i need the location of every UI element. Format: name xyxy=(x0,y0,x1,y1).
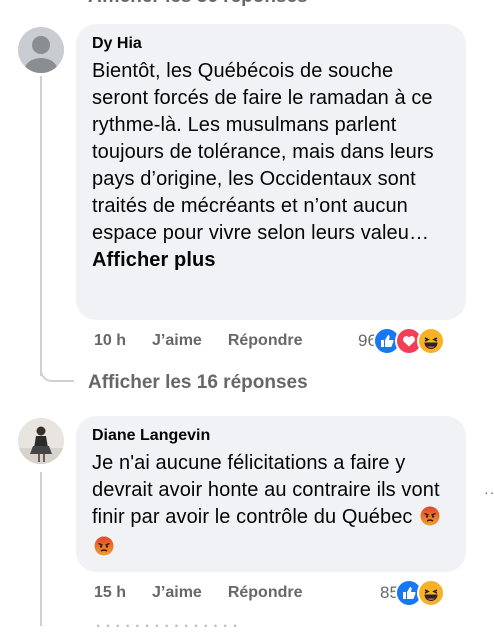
comment-bubble: Dy Hia Bientôt, les Québécois de souche … xyxy=(76,24,466,320)
comment-time[interactable]: 15 h xyxy=(94,584,126,602)
comment-body: Je n'ai aucune félicitations a faire y d… xyxy=(92,452,440,528)
profile-photo-icon xyxy=(18,418,64,464)
avatar-dy-hia[interactable] xyxy=(18,27,64,73)
reply-button[interactable]: Répondre xyxy=(228,584,303,602)
comment-text: Bientôt, les Québécois de souche seront … xyxy=(92,58,450,274)
comment-body: Bientôt, les Québécois de souche seront … xyxy=(92,60,434,244)
haha-icon xyxy=(416,327,445,355)
reply-button[interactable]: Répondre xyxy=(228,332,303,350)
next-content-cut: · · · · · · · · · · · · · · · xyxy=(96,618,239,635)
thread-line-vertical xyxy=(40,76,42,376)
reaction-summary[interactable]: 85 xyxy=(380,579,445,607)
comment-text: Je n'ai aucune félicitations a faire y d… xyxy=(92,450,450,564)
view-replies-link[interactable]: Afficher les 16 réponses xyxy=(88,372,308,394)
comment-author[interactable]: Dy Hia xyxy=(92,34,450,54)
thread-line-curve xyxy=(40,366,74,382)
view-replies-link-top[interactable]: Afficher les 36 réponses xyxy=(88,0,308,8)
comment-bubble: Diane Langevin Je n'ai aucune félicitati… xyxy=(76,416,466,572)
thread-line-vertical-2 xyxy=(40,472,42,626)
angry-face-icon xyxy=(94,536,114,564)
avatar-diane-langevin[interactable] xyxy=(18,418,64,464)
reaction-summary[interactable]: 96 xyxy=(358,327,445,355)
see-more-link[interactable]: Afficher plus xyxy=(92,249,216,271)
angry-face-icon xyxy=(420,506,440,534)
more-options-icon[interactable]: ··· xyxy=(484,484,494,500)
comment-time[interactable]: 10 h xyxy=(94,332,126,350)
haha-icon xyxy=(416,579,445,607)
comment-actions: 10 h J’aime Répondre xyxy=(94,332,303,350)
comment-author[interactable]: Diane Langevin xyxy=(92,426,450,446)
default-avatar-icon xyxy=(18,27,64,73)
like-button[interactable]: J’aime xyxy=(152,332,202,350)
comment-actions: 15 h J’aime Répondre xyxy=(94,584,303,602)
like-button[interactable]: J’aime xyxy=(152,584,202,602)
